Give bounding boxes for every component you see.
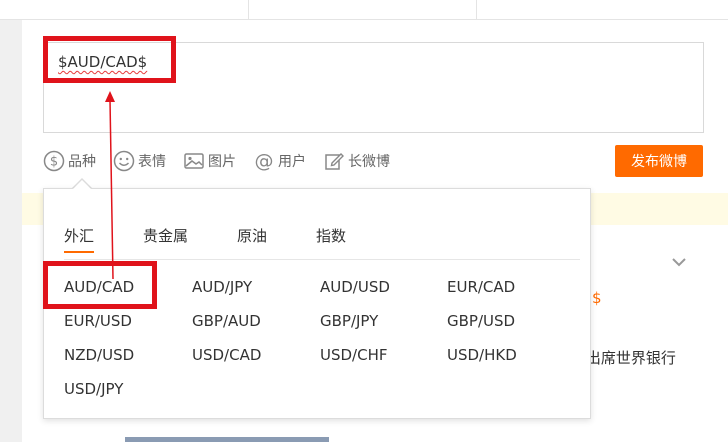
feed-text-fragment: ]出席世界银行 [580, 349, 676, 367]
tab-precious-metals[interactable]: 贵金属 [143, 225, 188, 246]
image-label: 图片 [208, 154, 236, 170]
pair-item[interactable]: USD/CHF [320, 346, 447, 380]
pair-item[interactable]: USD/CAD [192, 346, 320, 380]
feed-image [125, 437, 329, 442]
top-strip [0, 0, 728, 20]
pair-item[interactable]: USD/HKD [447, 346, 575, 380]
user-label: 用户 [278, 154, 306, 170]
dollar-circle-icon: $ [43, 150, 65, 172]
emoji-tool[interactable]: 表情 [113, 150, 166, 172]
highlight-box-composer [43, 36, 176, 83]
tab-divider [64, 259, 580, 260]
dropdown-tabs: 外汇 贵金属 原油 指数 [64, 225, 395, 253]
pair-item[interactable]: AUD/USD [320, 278, 447, 312]
long-post-label: 长微博 [348, 154, 390, 170]
mention-tool[interactable]: @ 用户 [253, 150, 307, 172]
emoji-label: 表情 [138, 154, 166, 170]
long-post-tool[interactable]: 长微博 [323, 150, 390, 172]
pair-item[interactable]: EUR/CAD [447, 278, 575, 312]
image-tool[interactable]: 图片 [183, 150, 236, 172]
pair-item[interactable]: GBP/JPY [320, 312, 447, 346]
publish-button[interactable]: 发布微博 [615, 145, 703, 177]
chevron-down-icon[interactable] [669, 252, 689, 272]
variety-label: 品种 [68, 154, 96, 170]
highlight-box-pair [43, 261, 157, 309]
pair-item[interactable]: USD/JPY [64, 380, 192, 414]
tab-index[interactable]: 指数 [316, 225, 346, 246]
dollar-sign-text: $ [592, 289, 602, 307]
pair-item[interactable]: NZD/USD [64, 346, 192, 380]
dropdown-caret-inner [73, 180, 91, 189]
pair-item[interactable]: AUD/JPY [192, 278, 320, 312]
at-icon: @ [255, 150, 274, 172]
pair-item[interactable]: GBP/AUD [192, 312, 320, 346]
image-icon [184, 153, 204, 169]
tab-forex[interactable]: 外汇 [64, 225, 95, 253]
pair-item[interactable]: EUR/USD [64, 312, 192, 346]
svg-text:$: $ [50, 155, 58, 170]
smile-icon [113, 150, 135, 172]
edit-icon [325, 153, 344, 170]
tab-crude-oil[interactable]: 原油 [237, 225, 267, 246]
svg-text:@: @ [255, 150, 274, 172]
variety-tool[interactable]: $ 品种 [43, 150, 96, 172]
composer-toolbar: $ 品种 表情 图片 @ 用户 长微博 [43, 148, 407, 174]
pair-item[interactable]: GBP/USD [447, 312, 575, 346]
